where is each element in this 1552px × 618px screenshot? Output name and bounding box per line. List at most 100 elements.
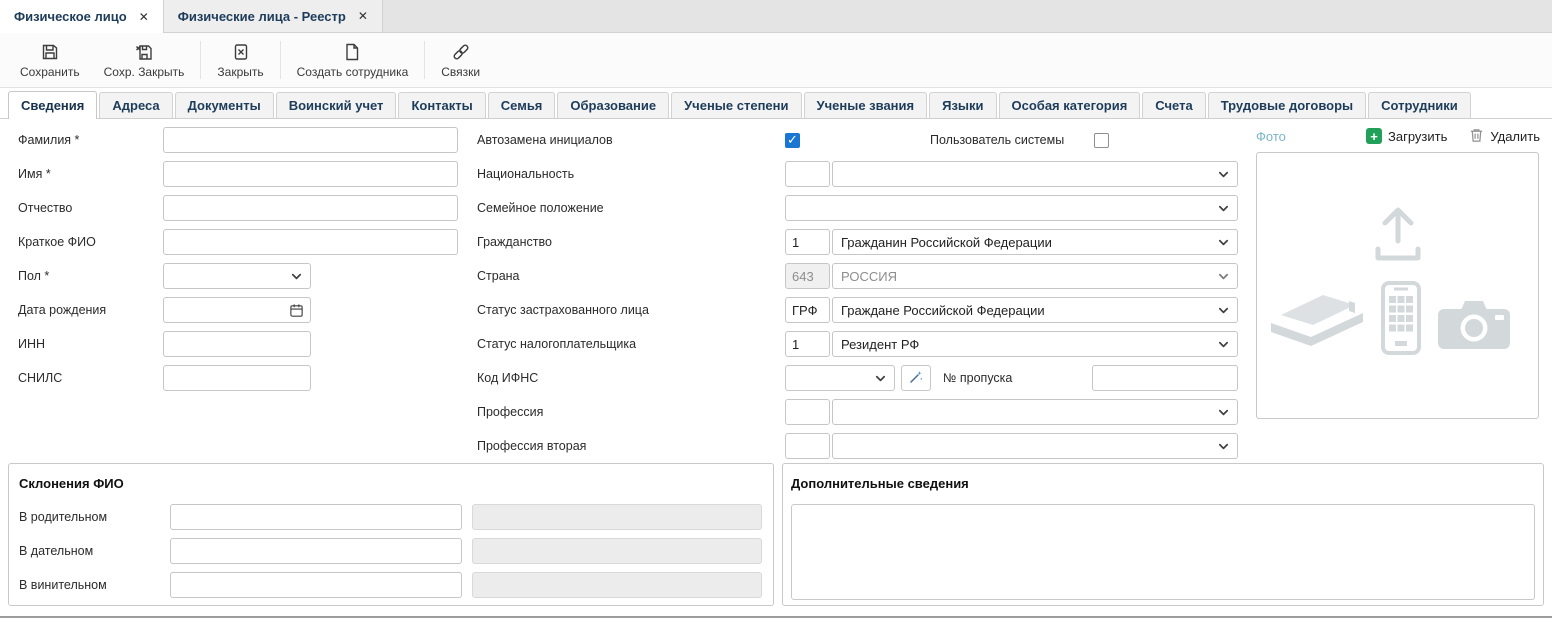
photo-dropzone[interactable] — [1256, 152, 1539, 419]
citizenship-select[interactable]: Гражданин Российской Федерации — [832, 229, 1238, 255]
firstname-input[interactable] — [163, 161, 458, 187]
profession-select[interactable] — [832, 399, 1238, 425]
inn-input[interactable] — [163, 331, 311, 357]
tab-family[interactable]: Семья — [488, 92, 556, 118]
photo-header: Фото + Загрузить Удалить — [1256, 124, 1540, 148]
chevron-down-icon — [1217, 270, 1230, 283]
tab-special-category[interactable]: Особая категория — [999, 92, 1141, 118]
profession-label: Профессия — [469, 405, 785, 419]
window-tab-bar: Физическое лицо ✕ Физические лица - Реес… — [0, 0, 1552, 33]
auto-initials-label: Автозамена инициалов — [469, 133, 785, 147]
tab-info[interactable]: Сведения — [8, 91, 97, 119]
trash-icon — [1469, 127, 1484, 146]
dative-input[interactable] — [170, 538, 462, 564]
close-icon — [231, 42, 251, 62]
marital-status-label: Семейное положение — [469, 201, 785, 215]
chevron-down-icon — [1217, 406, 1230, 419]
surname-input[interactable] — [163, 127, 458, 153]
system-user-label: Пользователь системы — [930, 133, 1076, 147]
birthdate-input[interactable] — [163, 297, 311, 323]
nationality-select[interactable] — [832, 161, 1238, 187]
marital-status-select[interactable] — [785, 195, 1238, 221]
links-button[interactable]: Связки — [429, 38, 492, 83]
tab-accounts[interactable]: Счета — [1142, 92, 1205, 118]
firstname-label: Имя * — [10, 167, 163, 181]
chevron-down-icon — [290, 270, 303, 283]
gender-select[interactable] — [163, 263, 311, 289]
short-fio-input[interactable] — [163, 229, 458, 255]
upload-photo-button[interactable]: + Загрузить — [1366, 128, 1447, 144]
profession-code-input[interactable] — [785, 399, 830, 425]
declensions-panel: Склонения ФИО В родительном В дательном … — [8, 463, 774, 606]
accusative-input[interactable] — [170, 572, 462, 598]
country-select[interactable]: РОССИЯ — [832, 263, 1238, 289]
photo-title: Фото — [1256, 129, 1286, 144]
snils-input[interactable] — [163, 365, 311, 391]
tab-academic-degrees[interactable]: Ученые степени — [671, 92, 801, 118]
system-user-checkbox[interactable] — [1094, 133, 1109, 148]
save-close-icon — [134, 42, 154, 62]
additional-info-panel: Дополнительные сведения — [782, 463, 1544, 606]
taxpayer-status-code-input[interactable] — [785, 331, 830, 357]
chevron-down-icon — [1217, 202, 1230, 215]
insured-status-label: Статус застрахованного лица — [469, 303, 785, 317]
patronymic-input[interactable] — [163, 195, 458, 221]
photo-panel: Фото + Загрузить Удалить — [1248, 124, 1540, 419]
dative-label: В дательном — [19, 544, 170, 558]
magic-wand-icon — [908, 369, 924, 388]
tab-languages[interactable]: Языки — [929, 92, 996, 118]
profession-second-label: Профессия вторая — [469, 439, 785, 453]
window-tab-person[interactable]: Физическое лицо ✕ — [0, 0, 164, 33]
nationality-label: Национальность — [469, 167, 785, 181]
genitive-extra-input — [472, 504, 762, 530]
tab-documents[interactable]: Документы — [175, 92, 274, 118]
genitive-input[interactable] — [170, 504, 462, 530]
left-column: Фамилия * Имя * Отчество Краткое ФИО Пол… — [10, 127, 458, 399]
tab-employment-contracts[interactable]: Трудовые договоры — [1208, 92, 1366, 118]
create-employee-button[interactable]: Создать сотрудника — [285, 38, 421, 83]
tab-education[interactable]: Образование — [557, 92, 669, 118]
profession-second-code-input[interactable] — [785, 433, 830, 459]
ifns-select[interactable] — [785, 365, 895, 391]
calendar-icon[interactable] — [289, 303, 304, 318]
tab-close-icon[interactable]: ✕ — [358, 9, 368, 23]
save-button[interactable]: Сохранить — [8, 38, 92, 83]
taxpayer-status-select[interactable]: Резидент РФ — [832, 331, 1238, 357]
insured-status-code-input[interactable] — [785, 297, 830, 323]
gender-label: Пол * — [10, 269, 163, 283]
save-close-button[interactable]: Сохр. Закрыть — [92, 38, 197, 83]
accusative-extra-input — [472, 572, 762, 598]
window-tab-registry[interactable]: Физические лица - Реестр ✕ — [164, 0, 383, 32]
ifns-code-label: Код ИФНС — [469, 371, 785, 385]
snils-label: СНИЛС — [10, 371, 163, 385]
tab-addresses[interactable]: Адреса — [99, 92, 172, 118]
window-tab-label: Физические лица - Реестр — [178, 9, 346, 24]
form-tabs: Сведения Адреса Документы Воинский учет … — [0, 88, 1552, 119]
genitive-label: В родительном — [19, 510, 170, 524]
smartphone-icon — [1381, 281, 1421, 358]
citizenship-code-input[interactable] — [785, 229, 830, 255]
tab-close-icon[interactable]: ✕ — [139, 10, 149, 24]
window-tab-label: Физическое лицо — [14, 9, 127, 24]
nationality-code-input[interactable] — [785, 161, 830, 187]
tab-contacts[interactable]: Контакты — [398, 92, 485, 118]
delete-photo-button[interactable]: Удалить — [1469, 127, 1540, 146]
create-employee-icon — [342, 42, 362, 62]
form-body: Фамилия * Имя * Отчество Краткое ФИО Пол… — [0, 119, 1552, 463]
additional-info-textarea[interactable] — [791, 504, 1535, 600]
patronymic-label: Отчество — [10, 201, 163, 215]
close-button[interactable]: Закрыть — [205, 38, 275, 83]
pass-number-label: № пропуска — [943, 371, 1012, 385]
auto-initials-checkbox[interactable] — [785, 133, 800, 148]
tab-employees[interactable]: Сотрудники — [1368, 92, 1471, 118]
tab-military-record[interactable]: Воинский учет — [276, 92, 397, 118]
insured-status-select[interactable]: Граждане Российской Федерации — [832, 297, 1238, 323]
camera-icon — [1437, 297, 1511, 354]
profession-second-select[interactable] — [832, 433, 1238, 459]
pass-number-input[interactable] — [1092, 365, 1238, 391]
birthdate-label: Дата рождения — [10, 303, 163, 317]
chevron-down-icon — [1217, 338, 1230, 351]
ifns-autofill-button[interactable] — [901, 365, 931, 391]
tab-academic-titles[interactable]: Ученые звания — [804, 92, 928, 118]
chevron-down-icon — [1217, 236, 1230, 249]
